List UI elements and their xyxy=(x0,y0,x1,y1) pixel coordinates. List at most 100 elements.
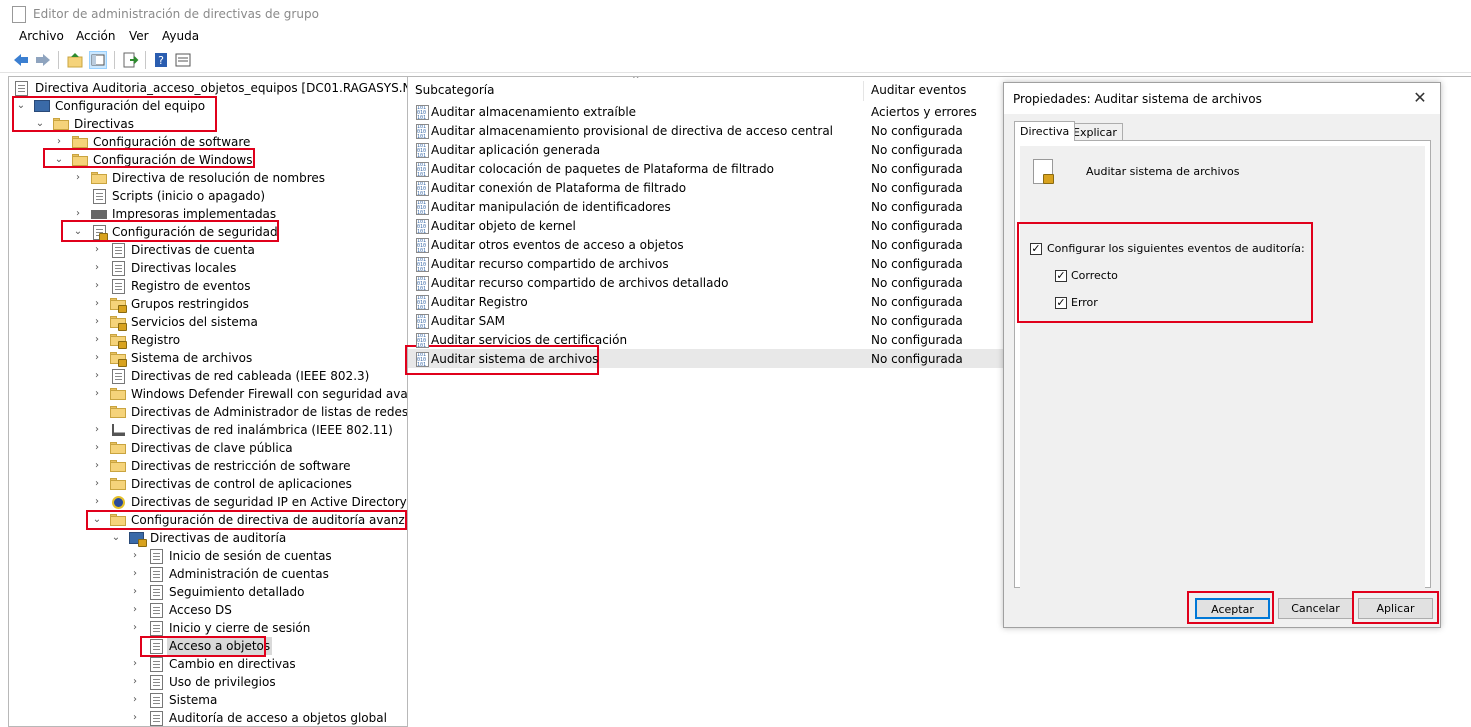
list-item[interactable]: 101 010 101 Auditar almacenamiento provis… xyxy=(408,122,1003,141)
properties-dialog: Propiedades: Auditar sistema de archivos… xyxy=(1003,82,1441,628)
chevron-right-icon[interactable]: › xyxy=(92,385,102,403)
chevron-down-icon[interactable]: ⌄ xyxy=(92,511,102,529)
tab-directiva[interactable]: Directiva xyxy=(1014,121,1076,141)
title-bar: Editor de administración de directivas d… xyxy=(0,0,1471,28)
chevron-right-icon[interactable]: › xyxy=(92,475,102,493)
toolbar-separator xyxy=(114,51,115,69)
chevron-right-icon[interactable]: › xyxy=(130,673,140,691)
subcategory-name: Auditar conexión de Plataforma de filtra… xyxy=(431,181,687,195)
forward-arrow-icon[interactable] xyxy=(34,51,52,69)
computer-icon xyxy=(34,100,50,112)
cancel-button[interactable]: Cancelar xyxy=(1278,598,1353,619)
configure-events-checkbox[interactable]: ✓ xyxy=(1030,243,1042,255)
audit-subcategory-icon: 101 010 101 xyxy=(416,333,429,348)
chevron-right-icon[interactable]: › xyxy=(92,259,102,277)
chevron-right-icon[interactable]: › xyxy=(130,583,140,601)
list-item[interactable]: 101 010 101 Auditar recurso compartido de… xyxy=(408,255,1003,274)
chevron-right-icon[interactable]: › xyxy=(92,241,102,259)
apply-button[interactable]: Aplicar xyxy=(1358,598,1433,619)
list-item[interactable]: 101 010 101 Auditar recurso compartido de… xyxy=(408,274,1003,293)
chevron-right-icon[interactable]: › xyxy=(130,547,140,565)
export-list-icon[interactable] xyxy=(121,51,139,69)
menu-ver[interactable]: Ver xyxy=(129,29,149,43)
lock-icon xyxy=(138,539,147,547)
list-item[interactable]: 101 010 101 Auditar otros eventos de acce… xyxy=(408,236,1003,255)
up-folder-icon[interactable] xyxy=(66,51,84,69)
list-item[interactable]: 101 010 101 Auditar objeto de kernel No co… xyxy=(408,217,1003,236)
failure-checkbox[interactable]: ✓ xyxy=(1055,297,1067,309)
chevron-right-icon[interactable]: › xyxy=(92,439,102,457)
list-item[interactable]: 101 010 101 Auditar almacenamiento extraí… xyxy=(408,103,1003,122)
window-title: Editor de administración de directivas d… xyxy=(33,7,319,21)
list-item[interactable]: 101 010 101 Auditar Registro No configurad… xyxy=(408,293,1003,312)
chevron-right-icon[interactable]: › xyxy=(92,295,102,313)
ok-button[interactable]: Aceptar xyxy=(1195,598,1270,619)
lock-icon xyxy=(118,341,127,349)
list-item[interactable]: 101 010 101 Auditar SAM No configurada xyxy=(408,312,1003,331)
list-item[interactable]: 101 010 101 Auditar colocación de paquete… xyxy=(408,160,1003,179)
console-tree: Directiva Auditoria_acceso_objetos_equip… xyxy=(8,76,408,727)
chevron-right-icon[interactable]: › xyxy=(92,313,102,331)
column-divider[interactable] xyxy=(863,81,864,101)
subcategory-name: Auditar servicios de certificación xyxy=(431,333,628,347)
chevron-right-icon[interactable]: › xyxy=(73,169,83,187)
chevron-right-icon[interactable]: › xyxy=(92,367,102,385)
lock-icon xyxy=(1043,174,1054,184)
list-item[interactable]: 101 010 101 Auditar servicios de certific… xyxy=(408,331,1003,350)
show-hide-tree-icon[interactable] xyxy=(89,51,107,69)
chevron-right-icon[interactable]: › xyxy=(92,349,102,367)
folder-icon xyxy=(72,136,88,148)
failure-label: Error xyxy=(1071,296,1098,309)
tab-explicar[interactable]: Explicar xyxy=(1067,123,1123,140)
audit-events-value: No configurada xyxy=(871,295,963,309)
chevron-down-icon[interactable]: ⌄ xyxy=(73,223,83,241)
subcategory-name: Auditar recurso compartido de archivos d… xyxy=(431,276,729,290)
audit-events-value: No configurada xyxy=(871,257,963,271)
properties-view-icon[interactable] xyxy=(174,51,192,69)
chevron-right-icon[interactable]: › xyxy=(92,277,102,295)
menu-archivo[interactable]: Archivo xyxy=(19,29,64,43)
chevron-right-icon[interactable]: › xyxy=(130,655,140,673)
list-item[interactable]: 101 010 101 Auditar sistema de archivos No… xyxy=(408,350,1003,369)
column-header-auditar-eventos[interactable]: Auditar eventos xyxy=(871,79,966,101)
folder-icon xyxy=(53,118,69,130)
list-item[interactable]: 101 010 101 Auditar manipulación de ident… xyxy=(408,198,1003,217)
menu-bar: Archivo Acción Ver Ayuda xyxy=(0,28,1471,46)
chevron-right-icon[interactable]: › xyxy=(54,133,64,151)
chevron-right-icon[interactable]: › xyxy=(92,421,102,439)
audit-category-icon xyxy=(150,693,163,708)
toolbar-separator xyxy=(145,51,146,69)
chevron-right-icon[interactable]: › xyxy=(92,331,102,349)
lock-icon xyxy=(99,233,108,241)
menu-ayuda[interactable]: Ayuda xyxy=(162,29,199,43)
subcategory-name: Auditar almacenamiento provisional de di… xyxy=(431,124,834,138)
chevron-right-icon[interactable]: › xyxy=(130,565,140,583)
help-icon[interactable]: ? xyxy=(152,51,170,69)
chevron-down-icon[interactable]: ⌄ xyxy=(54,151,64,169)
audit-subcategory-icon: 101 010 101 xyxy=(416,162,429,177)
chevron-right-icon[interactable]: › xyxy=(130,619,140,637)
audit-events-value: No configurada xyxy=(871,352,963,366)
policy-icon xyxy=(112,243,125,258)
list-item[interactable]: 101 010 101 Auditar aplicación generada No… xyxy=(408,141,1003,160)
chevron-right-icon[interactable]: › xyxy=(130,601,140,619)
chevron-right-icon[interactable]: › xyxy=(92,493,102,511)
menu-accion[interactable]: Acción xyxy=(76,29,115,43)
back-arrow-icon[interactable] xyxy=(12,51,30,69)
signal-icon xyxy=(112,424,125,436)
list-item[interactable]: 101 010 101 Auditar conexión de Plataform… xyxy=(408,179,1003,198)
chevron-down-icon[interactable]: ⌄ xyxy=(16,97,26,115)
chevron-right-icon[interactable]: › xyxy=(73,205,83,223)
success-checkbox[interactable]: ✓ xyxy=(1055,270,1067,282)
chevron-right-icon[interactable]: › xyxy=(130,709,140,726)
chevron-down-icon[interactable]: ⌄ xyxy=(35,115,45,133)
chevron-right-icon[interactable]: › xyxy=(130,691,140,709)
audit-category-icon xyxy=(150,657,163,672)
chevron-right-icon[interactable]: › xyxy=(92,457,102,475)
audit-subcategory-icon: 101 010 101 xyxy=(416,314,429,329)
close-icon[interactable]: ✕ xyxy=(1410,88,1430,108)
subcategory-name: Auditar colocación de paquetes de Plataf… xyxy=(431,162,774,176)
chevron-down-icon[interactable]: ⌄ xyxy=(111,529,121,547)
folder-icon xyxy=(110,442,126,454)
success-label: Correcto xyxy=(1071,269,1118,282)
